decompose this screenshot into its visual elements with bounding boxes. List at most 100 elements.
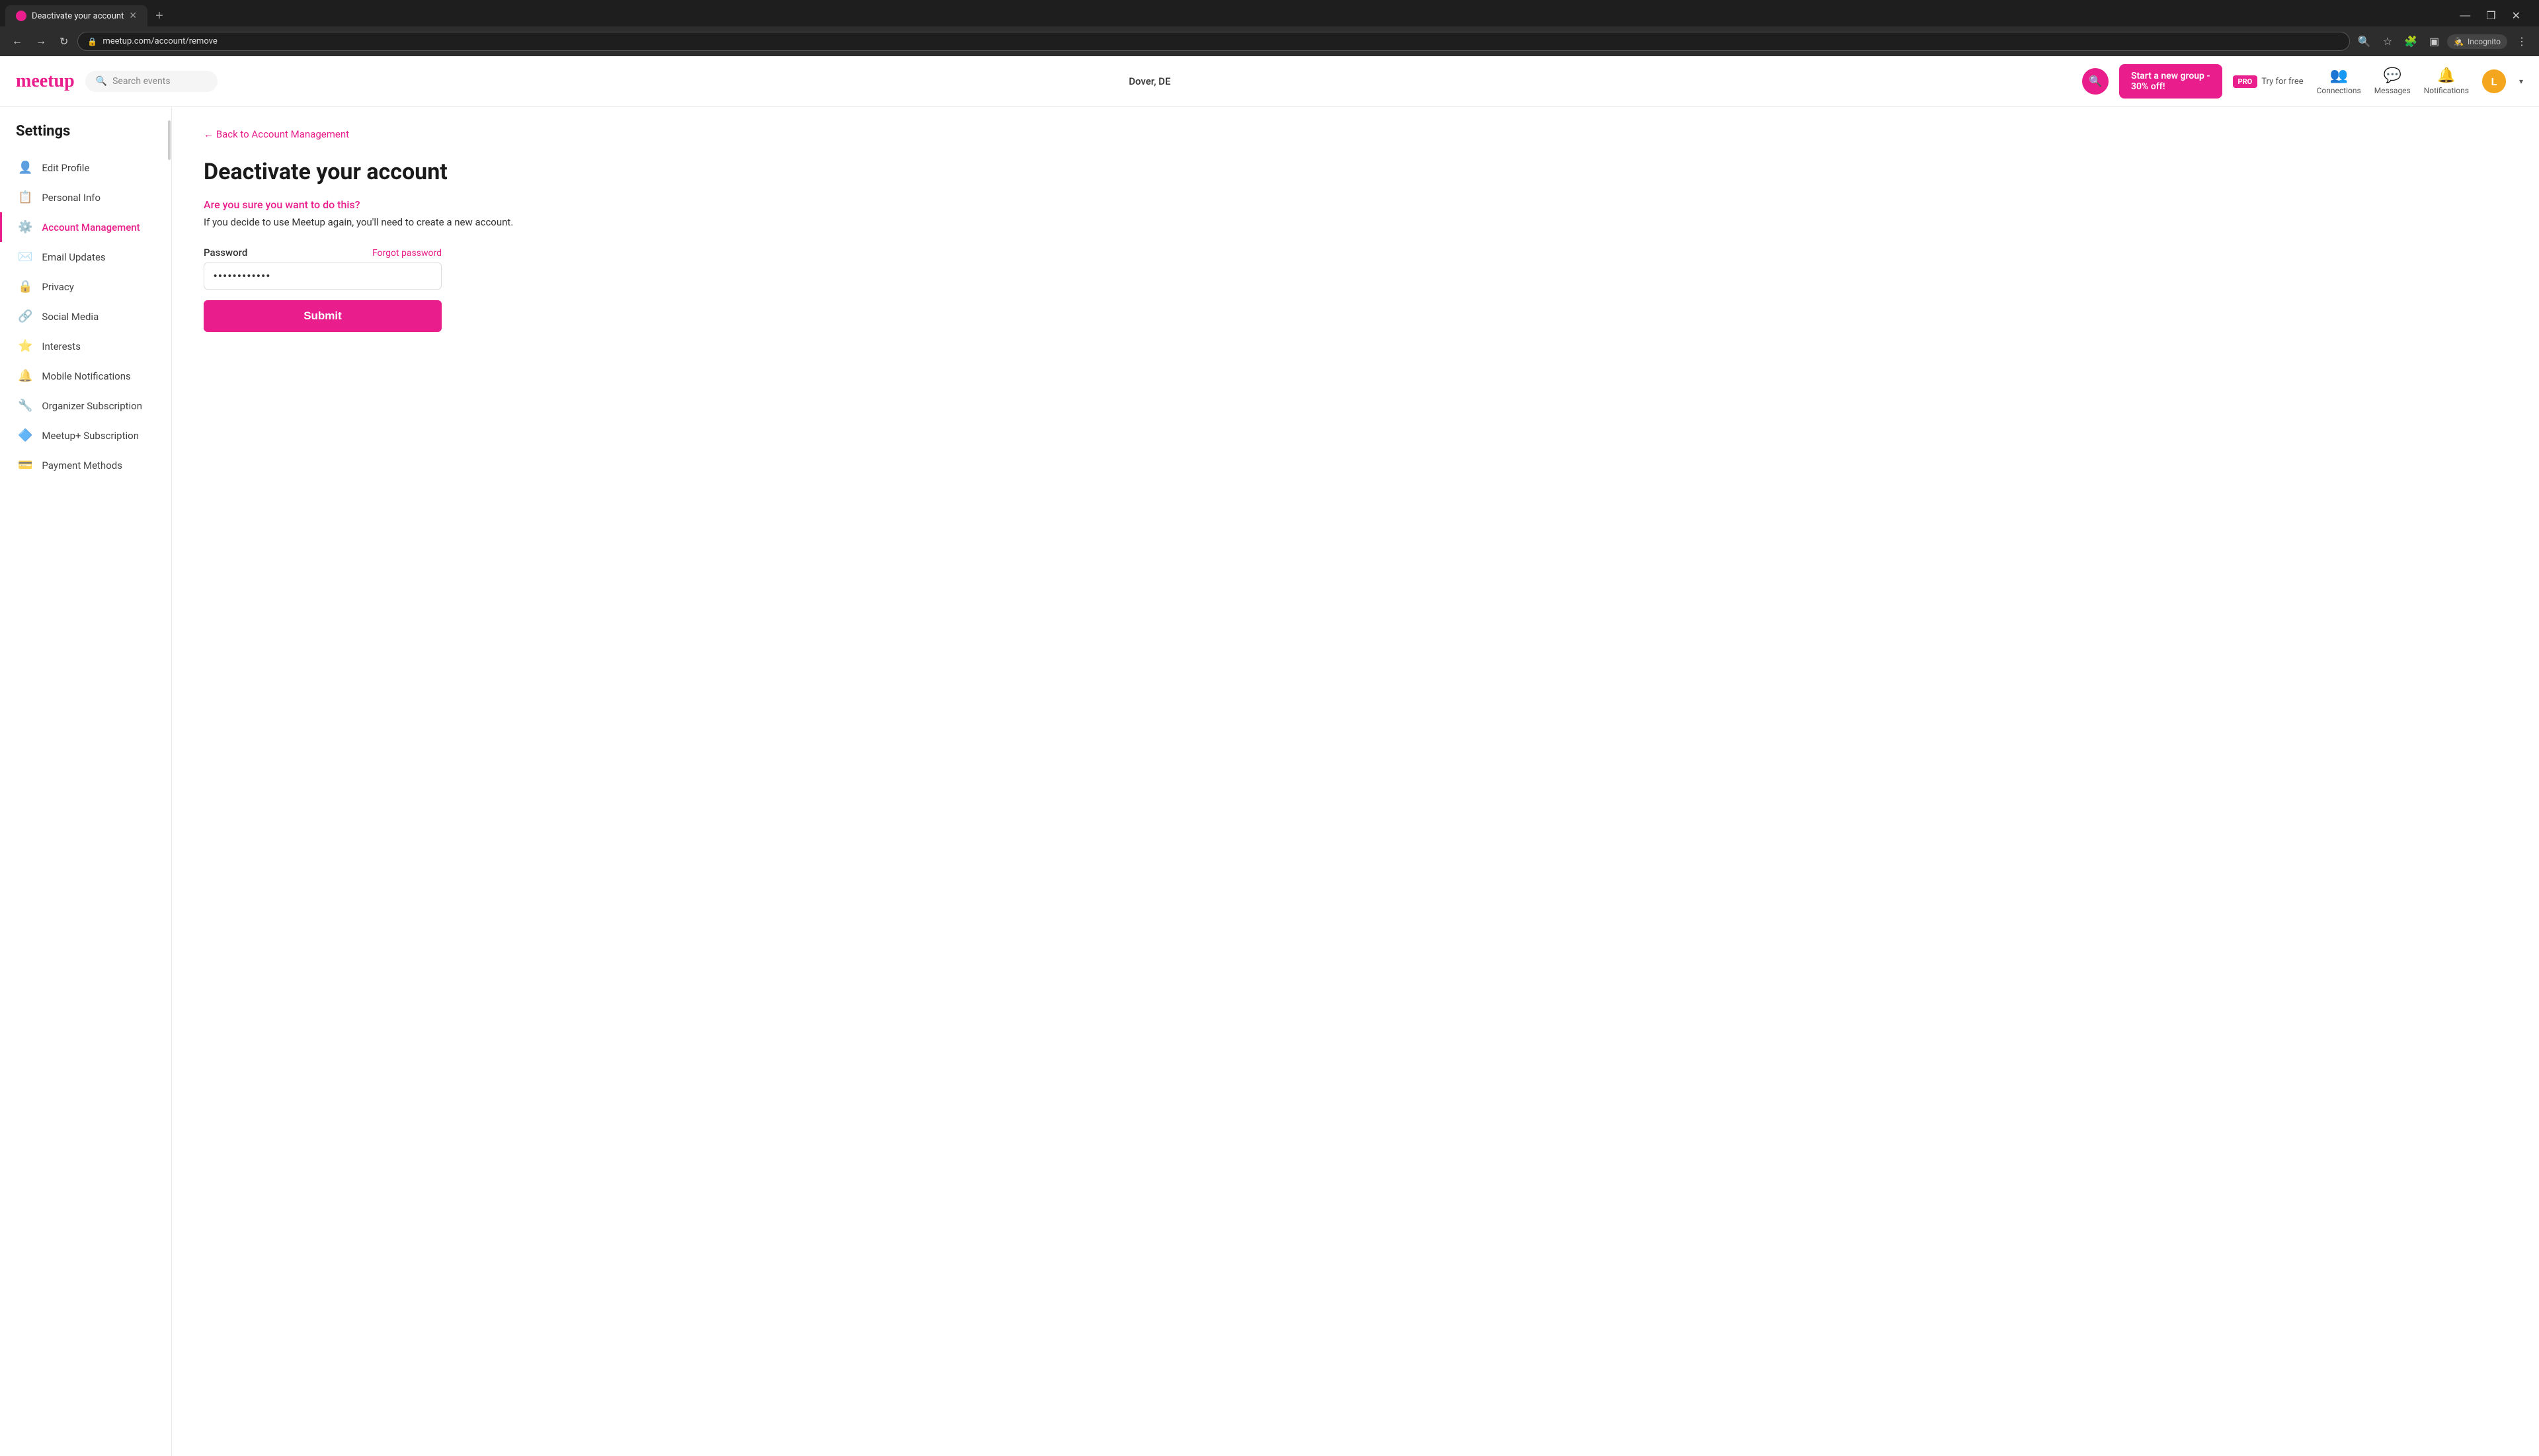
- toolbar-icons: 🔍 ☆ 🧩 ▣: [2355, 32, 2442, 50]
- main-content: ← Back to Account Management Deactivate …: [172, 107, 767, 1456]
- account-management-icon: ⚙️: [18, 220, 32, 234]
- info-text: If you decide to use Meetup again, you'l…: [204, 216, 735, 228]
- sidebar-item-social-media[interactable]: 🔗 Social Media: [0, 302, 171, 331]
- promo-line1: Start a new group -: [2131, 71, 2210, 81]
- sidebar-item-label: Meetup+ Subscription: [42, 430, 139, 442]
- address-bar[interactable]: 🔒 meetup.com/account/remove: [77, 32, 2349, 51]
- incognito-badge: 🕵️ Incognito: [2447, 34, 2507, 49]
- forward-button[interactable]: →: [32, 33, 50, 50]
- site-header: meetup 🔍 Search events Dover, DE 🔍 Start…: [0, 56, 2539, 107]
- forgot-password-link[interactable]: Forgot password: [372, 248, 442, 259]
- bookmark-icon[interactable]: ☆: [2380, 32, 2395, 50]
- messages-icon: 💬: [2384, 67, 2401, 84]
- search-placeholder: Search events: [112, 76, 170, 87]
- sidebar-item-label: Edit Profile: [42, 162, 89, 174]
- warning-text: Are you sure you want to do this?: [204, 198, 735, 211]
- page-title: Deactivate your account: [204, 159, 735, 185]
- notifications-nav-item[interactable]: 🔔 Notifications: [2424, 67, 2469, 95]
- mobile-notifications-icon: 🔔: [18, 369, 32, 383]
- browser-tabs: Deactivate your account ✕ + — ❐ ✕: [0, 0, 2539, 26]
- pro-badge: PRO: [2233, 75, 2258, 88]
- sidebar-item-label: Interests: [42, 341, 81, 352]
- interests-icon: ⭐: [18, 339, 32, 353]
- scrollbar-thumb: [168, 120, 171, 160]
- sidebar-item-edit-profile[interactable]: 👤 Edit Profile: [0, 153, 171, 182]
- maximize-button[interactable]: ❐: [2483, 7, 2498, 25]
- back-button[interactable]: ←: [8, 33, 26, 50]
- meetup-subscription-icon: 🔷: [18, 428, 32, 442]
- search-bar[interactable]: 🔍 Search events: [85, 71, 218, 92]
- search-icon: 🔍: [96, 76, 107, 87]
- sidebar-item-label: Organizer Subscription: [42, 400, 142, 412]
- close-button[interactable]: ✕: [2509, 7, 2523, 25]
- search-action-button[interactable]: 🔍: [2082, 68, 2109, 95]
- minimize-button[interactable]: —: [2457, 7, 2473, 25]
- tab-close-button[interactable]: ✕: [129, 11, 137, 21]
- sidebar-item-personal-info[interactable]: 📋 Personal Info: [0, 182, 171, 212]
- page-layout: Settings 👤 Edit Profile 📋 Personal Info …: [0, 107, 2539, 1456]
- connections-nav-item[interactable]: 👥 Connections: [2317, 67, 2361, 95]
- promo-text: Start a new group - 30% off!: [2131, 71, 2210, 92]
- sidebar-scrollbar[interactable]: [167, 107, 171, 1456]
- sidebar-item-account-management[interactable]: ⚙️ Account Management: [0, 212, 171, 242]
- personal-info-icon: 📋: [18, 190, 32, 204]
- sidebar-item-label: Payment Methods: [42, 460, 122, 471]
- extensions-icon[interactable]: 🧩: [2401, 32, 2420, 50]
- sidebar-item-label: Social Media: [42, 311, 99, 323]
- sidebar-item-label: Mobile Notifications: [42, 370, 130, 382]
- sidebar-item-meetup-subscription[interactable]: 🔷 Meetup+ Subscription: [0, 421, 171, 450]
- organizer-subscription-icon: 🔧: [18, 399, 32, 413]
- meetup-logo[interactable]: meetup: [16, 71, 75, 92]
- browser-chrome: Deactivate your account ✕ + — ❐ ✕ ← → ↻ …: [0, 0, 2539, 56]
- location-text: Dover, DE: [1129, 75, 1170, 87]
- back-link[interactable]: ← Back to Account Management: [204, 128, 735, 140]
- edit-profile-icon: 👤: [18, 161, 32, 175]
- lock-icon: 🔒: [87, 37, 97, 46]
- connections-icon: 👥: [2329, 67, 2347, 84]
- refresh-button[interactable]: ↻: [56, 32, 72, 51]
- email-updates-icon: ✉️: [18, 250, 32, 264]
- password-label: Password: [204, 247, 247, 259]
- password-input[interactable]: [204, 263, 442, 290]
- sidebar-title: Settings: [0, 123, 171, 153]
- privacy-icon: 🔒: [18, 280, 32, 294]
- search-toolbar-icon[interactable]: 🔍: [2355, 32, 2374, 50]
- notifications-icon: 🔔: [2437, 67, 2455, 84]
- messages-nav-item[interactable]: 💬 Messages: [2374, 67, 2411, 95]
- sidebar-item-label: Personal Info: [42, 192, 101, 204]
- deactivate-form: Password Forgot password Submit: [204, 247, 442, 332]
- tab-title: Deactivate your account: [32, 11, 124, 21]
- notifications-label: Notifications: [2424, 86, 2469, 95]
- url-text: meetup.com/account/remove: [102, 36, 217, 46]
- sidebar-item-payment-methods[interactable]: 💳 Payment Methods: [0, 450, 171, 480]
- promo-banner[interactable]: Start a new group - 30% off!: [2119, 64, 2222, 99]
- sidebar-item-label: Email Updates: [42, 251, 105, 263]
- sidebar-item-email-updates[interactable]: ✉️ Email Updates: [0, 242, 171, 272]
- browser-toolbar: ← → ↻ 🔒 meetup.com/account/remove 🔍 ☆ 🧩 …: [0, 26, 2539, 56]
- search-action-icon: 🔍: [2089, 75, 2102, 88]
- payment-methods-icon: 💳: [18, 458, 32, 472]
- promo-line2: 30% off!: [2131, 81, 2210, 92]
- pro-try-free[interactable]: PRO Try for free: [2233, 75, 2304, 88]
- browser-menu-button[interactable]: ⋮: [2513, 32, 2531, 51]
- sidebar-item-interests[interactable]: ⭐ Interests: [0, 331, 171, 361]
- form-row: Password Forgot password: [204, 247, 442, 259]
- active-tab[interactable]: Deactivate your account ✕: [5, 5, 147, 26]
- try-free-label: Try for free: [2261, 77, 2303, 87]
- header-nav: PRO Try for free 👥 Connections 💬 Message…: [2233, 67, 2523, 95]
- social-media-icon: 🔗: [18, 309, 32, 323]
- sidebar-item-privacy[interactable]: 🔒 Privacy: [0, 272, 171, 302]
- tab-favicon: [16, 11, 26, 21]
- user-avatar[interactable]: L: [2482, 69, 2506, 93]
- new-tab-button[interactable]: +: [150, 6, 169, 26]
- window-controls: — ❐ ✕: [2446, 7, 2534, 25]
- sidebar-item-mobile-notifications[interactable]: 🔔 Mobile Notifications: [0, 361, 171, 391]
- chevron-down-icon[interactable]: ▾: [2519, 77, 2523, 86]
- sidebar-item-organizer-subscription[interactable]: 🔧 Organizer Subscription: [0, 391, 171, 421]
- incognito-label: Incognito: [2468, 37, 2501, 46]
- submit-button[interactable]: Submit: [204, 300, 442, 332]
- messages-label: Messages: [2374, 86, 2411, 95]
- sidebar-item-label: Account Management: [42, 222, 140, 233]
- incognito-icon: 🕵️: [2454, 37, 2464, 46]
- profile-switcher-icon[interactable]: ▣: [2427, 32, 2442, 50]
